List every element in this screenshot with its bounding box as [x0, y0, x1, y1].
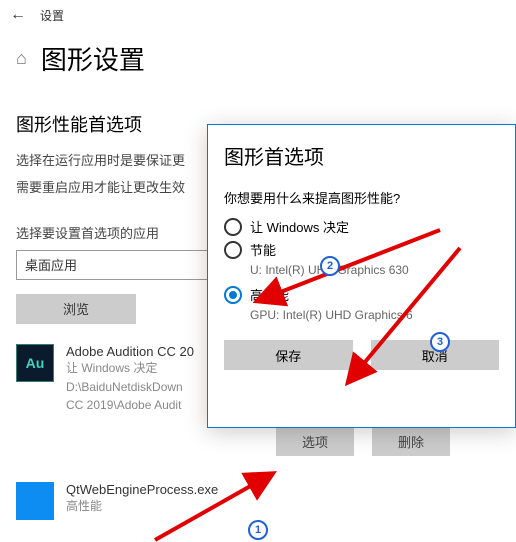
- app-item[interactable]: QtWebEngineProcess.exe 高性能: [16, 482, 500, 520]
- app-path: CC 2019\Adobe Audit: [66, 398, 194, 412]
- back-icon[interactable]: ←: [10, 6, 26, 24]
- option-power-saving[interactable]: 节能: [224, 240, 499, 259]
- annotation-badge-3: 3: [430, 332, 450, 352]
- dialog-title: 图形首选项: [224, 141, 499, 170]
- option-high-performance[interactable]: 高性能: [224, 285, 499, 304]
- browse-button[interactable]: 浏览: [16, 294, 136, 324]
- app-icon-audition: Au: [16, 344, 54, 382]
- annotation-badge-1: 1: [248, 520, 268, 540]
- radio-icon[interactable]: [224, 241, 242, 259]
- option-windows-decide[interactable]: 让 Windows 决定: [224, 217, 499, 236]
- app-pref: 让 Windows 决定: [66, 359, 194, 376]
- save-button[interactable]: 保存: [224, 340, 353, 370]
- app-icon-qtwebengine: [16, 482, 54, 520]
- delete-button[interactable]: 删除: [372, 428, 450, 456]
- options-button[interactable]: 选项: [276, 428, 354, 456]
- select-value: 桌面应用: [25, 255, 77, 274]
- app-path: D:\BaiduNetdiskDown: [66, 380, 194, 394]
- topbar-label: 设置: [40, 7, 64, 24]
- annotation-badge-2: 2: [320, 256, 340, 276]
- radio-icon[interactable]: [224, 286, 242, 304]
- page-title: 图形设置: [41, 40, 145, 77]
- home-icon[interactable]: ⌂: [16, 48, 27, 69]
- app-pref: 高性能: [66, 497, 218, 514]
- graphics-preference-dialog: 图形首选项 你想要用什么来提高图形性能? 让 Windows 决定 节能 U: …: [207, 124, 516, 428]
- radio-icon[interactable]: [224, 218, 242, 236]
- app-name: QtWebEngineProcess.exe: [66, 482, 218, 497]
- dialog-question: 你想要用什么来提高图形性能?: [224, 188, 499, 207]
- option-high-performance-gpu: GPU: Intel(R) UHD Graphics 6: [250, 308, 499, 322]
- app-name: Adobe Audition CC 20: [66, 344, 194, 359]
- option-power-saving-gpu: U: Intel(R) UHD Graphics 630: [250, 263, 499, 277]
